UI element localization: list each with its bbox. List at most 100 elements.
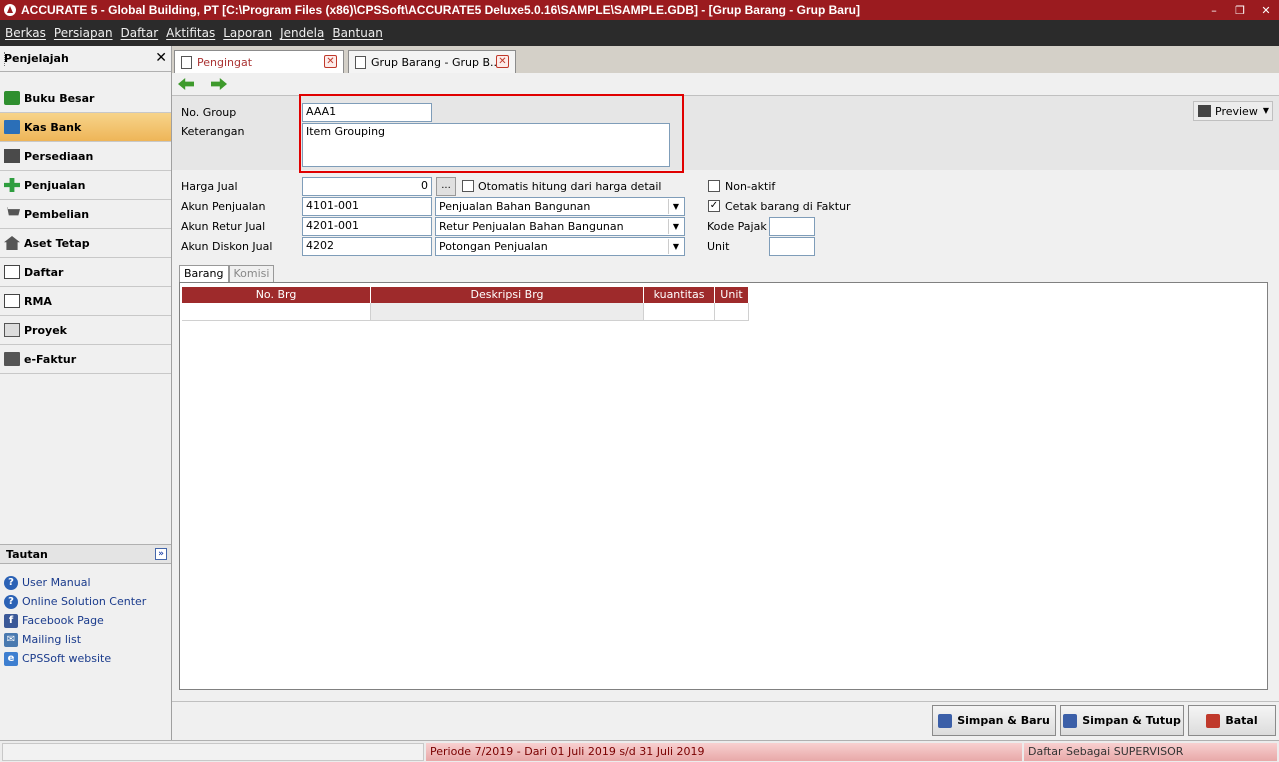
sidebar-item-label: Buku Besar <box>24 91 95 105</box>
printer-icon <box>1198 105 1211 117</box>
non-aktif-checkbox[interactable] <box>708 180 720 192</box>
chevron-down-icon[interactable]: ▼ <box>668 239 683 254</box>
tab-pengingat[interactable]: Pengingat ✕ <box>174 50 344 73</box>
akun-diskon-select[interactable]: Potongan Penjualan ▼ <box>435 237 685 256</box>
akun-diskon-code-input[interactable]: 4202 <box>302 237 432 256</box>
link-cpssoft-website[interactable]: e CPSSoft website <box>4 649 171 668</box>
sidebar-item-label: Kas Bank <box>24 120 82 134</box>
cell-kuantitas[interactable] <box>644 303 715 321</box>
save-new-icon <box>938 713 953 728</box>
cetak-label: Cetak barang di Faktur <box>725 200 851 213</box>
title-bar: ACCURATE 5 - Global Building, PT [C:\Pro… <box>0 0 1279 20</box>
sidebar-item-label: RMA <box>24 294 52 308</box>
sidebar-item-label: Aset Tetap <box>24 236 90 250</box>
preview-button[interactable]: Preview ▼ <box>1193 101 1273 121</box>
sidebar-item-aset-tetap[interactable]: Aset Tetap <box>0 229 171 258</box>
document-icon <box>181 55 192 69</box>
tab-close-icon[interactable]: ✕ <box>496 55 509 68</box>
cell-deskripsi[interactable] <box>371 303 644 321</box>
sidebar-item-daftar[interactable]: Daftar <box>0 258 171 287</box>
menu-daftar[interactable]: Daftar <box>121 26 159 40</box>
link-label: Mailing list <box>22 633 82 646</box>
sidebar-item-pembelian[interactable]: Pembelian <box>0 200 171 229</box>
keterangan-label: Keterangan <box>181 125 245 138</box>
simpan-baru-button[interactable]: Simpan & Baru <box>932 705 1056 736</box>
status-left <box>2 743 424 761</box>
akun-penjualan-select[interactable]: Penjualan Bahan Bangunan ▼ <box>435 197 685 216</box>
sidebar-item-label: Pembelian <box>24 207 90 221</box>
cell-unit[interactable] <box>715 303 749 321</box>
link-user-manual[interactable]: ? User Manual <box>4 573 171 592</box>
sidebar-item-label: Daftar <box>24 265 64 279</box>
link-online-solution-center[interactable]: ? Online Solution Center <box>4 592 171 611</box>
cancel-icon <box>1206 713 1221 728</box>
close-window-button[interactable]: ✕ <box>1253 0 1279 20</box>
table-row[interactable] <box>182 303 749 321</box>
non-aktif-label: Non-aktif <box>725 180 776 193</box>
menu-jendela[interactable]: Jendela <box>280 26 324 40</box>
akun-penjualan-name: Penjualan Bahan Bangunan <box>439 200 591 213</box>
restore-button[interactable]: ❐ <box>1227 0 1253 20</box>
akun-penjualan-label: Akun Penjualan <box>181 200 266 213</box>
unit-input[interactable] <box>769 237 815 256</box>
batal-button[interactable]: Batal <box>1188 705 1276 736</box>
button-label: Batal <box>1225 714 1258 727</box>
tab-barang[interactable]: Barang <box>179 265 229 282</box>
menu-bantuan[interactable]: Bantuan <box>332 26 382 40</box>
menu-laporan[interactable]: Laporan <box>223 26 272 40</box>
sidebar-item-label: Penjualan <box>24 178 86 192</box>
column-header-kuantitas[interactable]: kuantitas <box>644 287 715 303</box>
forward-arrow-icon[interactable] <box>211 78 227 90</box>
cetak-checkbox[interactable]: ✓ <box>708 200 720 212</box>
simpan-tutup-button[interactable]: Simpan & Tutup <box>1060 705 1184 736</box>
sidebar-item-label: e-Faktur <box>24 352 77 366</box>
menu-berkas[interactable]: Berkas <box>5 26 46 40</box>
harga-detail-button[interactable]: ... <box>436 177 456 196</box>
harga-jual-input[interactable]: 0 <box>302 177 432 196</box>
column-header-no-brg[interactable]: No. Brg <box>182 287 371 303</box>
akun-retur-select[interactable]: Retur Penjualan Bahan Bangunan ▼ <box>435 217 685 236</box>
akun-retur-label: Akun Retur Jual <box>181 220 266 233</box>
minimize-button[interactable]: – <box>1201 0 1227 20</box>
akun-penjualan-code-input[interactable]: 4101-001 <box>302 197 432 216</box>
status-periode: Periode 7/2019 - Dari 01 Juli 2019 s/d 3… <box>426 743 1022 761</box>
sidebar-item-persediaan[interactable]: Persediaan <box>0 142 171 171</box>
cell-no-brg[interactable] <box>182 303 371 321</box>
back-arrow-icon[interactable] <box>178 78 194 90</box>
sidebar-item-kas-bank[interactable]: Kas Bank <box>0 113 171 142</box>
sidebar-item-penjualan[interactable]: Penjualan <box>0 171 171 200</box>
sidebar-close-button[interactable]: ✕ <box>155 50 167 66</box>
kode-pajak-input[interactable] <box>769 217 815 236</box>
sidebar-title: Penjelajah <box>4 52 69 65</box>
save-icon <box>1063 713 1078 728</box>
links-panel-header[interactable]: Tautan » <box>0 544 171 564</box>
link-mailing-list[interactable]: ✉ Mailing list <box>4 630 171 649</box>
status-bar: Periode 7/2019 - Dari 01 Juli 2019 s/d 3… <box>0 740 1279 762</box>
sidebar-item-e-faktur[interactable]: e-Faktur <box>0 345 171 374</box>
app-logo-icon <box>4 4 16 16</box>
akun-retur-code-input[interactable]: 4201-001 <box>302 217 432 236</box>
sidebar-item-proyek[interactable]: Proyek <box>0 316 171 345</box>
chevron-down-icon[interactable]: ▼ <box>668 199 683 214</box>
preview-label: Preview <box>1215 104 1258 118</box>
otomatis-checkbox[interactable] <box>462 180 474 192</box>
sidebar-item-buku-besar[interactable]: Buku Besar <box>0 84 171 113</box>
chevron-down-icon[interactable]: ▼ <box>668 219 683 234</box>
column-header-deskripsi[interactable]: Deskripsi Brg <box>371 287 644 303</box>
sidebar-item-rma[interactable]: RMA <box>0 287 171 316</box>
action-bar: Simpan & Baru Simpan & Tutup Batal <box>172 701 1279 740</box>
link-label: CPSSoft website <box>22 652 112 665</box>
link-facebook-page[interactable]: f Facebook Page <box>4 611 171 630</box>
tab-grup-barang[interactable]: Grup Barang - Grup B... ✕ <box>348 50 516 73</box>
web-icon: e <box>4 651 18 666</box>
menu-aktifitas[interactable]: Aktifitas <box>166 26 215 40</box>
tab-komisi[interactable]: Komisi <box>228 265 275 282</box>
column-header-unit[interactable]: Unit <box>715 287 749 303</box>
explorer-sidebar: Penjelajah ✕ Buku Besar Kas Bank Persedi… <box>0 46 172 740</box>
tab-label: Grup Barang - Grup B... <box>371 55 501 69</box>
mail-icon: ✉ <box>4 632 18 647</box>
collapse-chevron-icon[interactable]: » <box>155 548 167 560</box>
tab-close-icon[interactable]: ✕ <box>324 55 337 68</box>
links-panel-title: Tautan <box>6 547 48 561</box>
menu-persiapan[interactable]: Persiapan <box>54 26 113 40</box>
